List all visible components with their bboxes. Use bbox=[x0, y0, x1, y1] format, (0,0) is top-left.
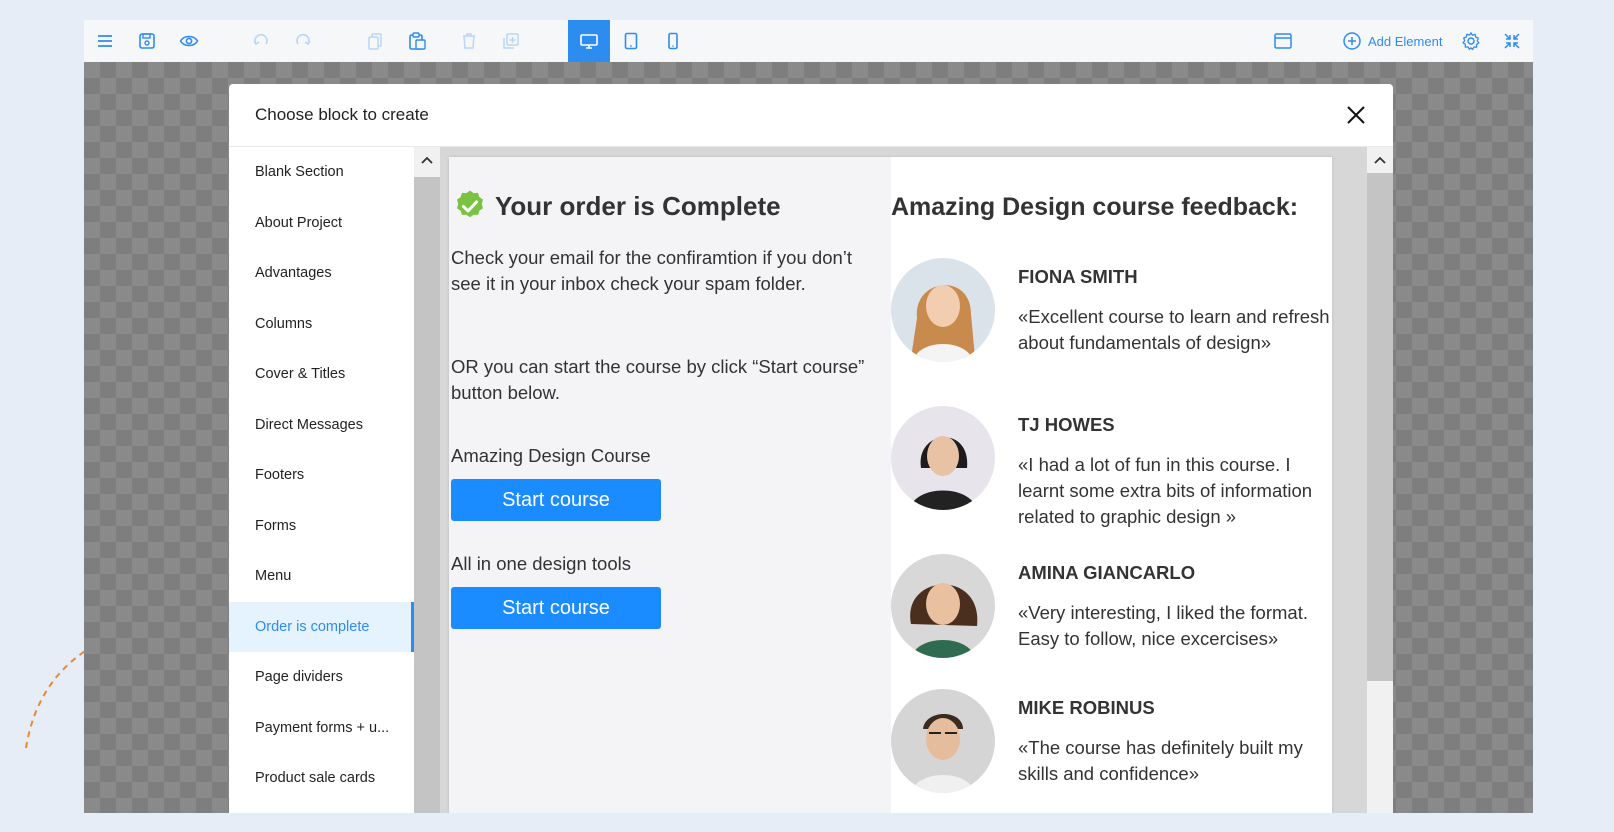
testimonial-name: MIKE ROBINUS bbox=[1018, 697, 1155, 718]
testimonial-name: TJ HOWES bbox=[1018, 414, 1115, 435]
menu-icon[interactable] bbox=[84, 20, 126, 62]
modal-header: Choose block to create bbox=[229, 84, 1393, 147]
avatar-mike-robinus bbox=[891, 689, 995, 793]
editor-toolbar: Add Element bbox=[84, 20, 1533, 63]
sidebar-item-cover-titles[interactable]: Cover & Titles bbox=[229, 349, 414, 400]
preview-icon[interactable] bbox=[168, 20, 210, 62]
sidebar-item-blank-section[interactable]: Blank Section bbox=[229, 147, 414, 198]
testimonial-quote: «Excellent course to learn and refresh a… bbox=[1018, 306, 1330, 353]
scroll-up-icon[interactable] bbox=[421, 155, 433, 165]
preview-scrollbar-thumb[interactable] bbox=[1367, 173, 1393, 681]
scroll-up-icon[interactable] bbox=[1374, 155, 1386, 165]
save-icon[interactable] bbox=[126, 20, 168, 62]
testimonial-name: FIONA SMITH bbox=[1018, 266, 1138, 287]
gear-icon[interactable] bbox=[1450, 20, 1492, 62]
feedback-column: Amazing Design course feedback: FIONA SM… bbox=[891, 157, 1332, 813]
sidebar-item-order-is-complete[interactable]: Order is complete bbox=[229, 601, 414, 652]
course-name-2: All in one design tools bbox=[451, 553, 631, 574]
copy-icon[interactable] bbox=[354, 20, 396, 62]
start-course-button-2[interactable]: Start course bbox=[451, 587, 661, 629]
sidebar-scrollbar-thumb[interactable] bbox=[414, 177, 440, 813]
preview-scrollbar[interactable] bbox=[1367, 147, 1393, 813]
block-preview: Your order is Complete Check your email … bbox=[440, 147, 1367, 813]
avatar-tj-howes bbox=[891, 406, 995, 510]
sidebar-item-forms[interactable]: Forms bbox=[229, 501, 414, 552]
browser-window-icon[interactable] bbox=[1262, 20, 1304, 62]
testimonial-quote: «The course has definitely built my skil… bbox=[1018, 737, 1303, 784]
sidebar-item-payment-forms[interactable]: Payment forms + u... bbox=[229, 703, 414, 754]
close-icon[interactable] bbox=[1345, 104, 1367, 126]
start-course-instructions: OR you can start the course by click “St… bbox=[451, 356, 865, 403]
avatar-fiona-smith bbox=[891, 258, 995, 362]
redo-icon[interactable] bbox=[282, 20, 324, 62]
add-element-label: Add Element bbox=[1368, 33, 1443, 49]
collapse-icon[interactable] bbox=[1491, 20, 1533, 62]
order-column: Your order is Complete Check your email … bbox=[449, 157, 891, 813]
tablet-icon[interactable] bbox=[610, 20, 652, 62]
sidebar-scrollbar[interactable] bbox=[414, 147, 440, 813]
check-email-text: Check your email for the confiramtion if… bbox=[451, 247, 853, 294]
sidebar-item-product-sale-cards[interactable]: Product sale cards bbox=[229, 753, 414, 804]
sidebar-item-page-dividers[interactable]: Page dividers bbox=[229, 652, 414, 703]
sidebar-item-about-project[interactable]: About Project bbox=[229, 198, 414, 249]
course-name-1: Amazing Design Course bbox=[451, 445, 651, 466]
avatar-amina-giancarlo bbox=[891, 554, 995, 658]
start-course-button-1[interactable]: Start course bbox=[451, 479, 661, 521]
add-circle-icon bbox=[1343, 32, 1361, 50]
undo-icon[interactable] bbox=[240, 20, 282, 62]
sidebar-item-menu[interactable]: Menu bbox=[229, 551, 414, 602]
delete-icon[interactable] bbox=[448, 20, 490, 62]
duplicate-icon[interactable] bbox=[490, 20, 532, 62]
sidebar-item-direct-messages[interactable]: Direct Messages bbox=[229, 400, 414, 451]
testimonial-quote: «Very interesting, I liked the format. E… bbox=[1018, 602, 1308, 649]
modal-title: Choose block to create bbox=[255, 105, 429, 124]
paste-icon[interactable] bbox=[396, 20, 438, 62]
sidebar-item-footers[interactable]: Footers bbox=[229, 450, 414, 501]
feedback-title: Amazing Design course feedback: bbox=[891, 193, 1299, 221]
desktop-icon[interactable] bbox=[568, 20, 610, 62]
choose-block-modal: Choose block to create Blank Section Abo… bbox=[229, 84, 1393, 813]
testimonial-quote: «I had a lot of fun in this course. I le… bbox=[1018, 454, 1313, 527]
mobile-icon[interactable] bbox=[652, 20, 694, 62]
order-complete-block[interactable]: Your order is Complete Check your email … bbox=[449, 157, 1332, 813]
add-element-button[interactable]: Add Element bbox=[1342, 30, 1442, 52]
testimonial-name: AMINA GIANCARLO bbox=[1018, 562, 1196, 583]
block-category-list: Blank Section About Project Advantages C… bbox=[229, 147, 414, 813]
order-title: Your order is Complete bbox=[453, 189, 781, 223]
order-title-text: Your order is Complete bbox=[495, 190, 781, 221]
editor-canvas: Choose block to create Blank Section Abo… bbox=[84, 62, 1533, 813]
sidebar-item-columns[interactable]: Columns bbox=[229, 299, 414, 350]
verified-badge-icon bbox=[457, 190, 483, 218]
sidebar-item-advantages[interactable]: Advantages bbox=[229, 248, 414, 299]
